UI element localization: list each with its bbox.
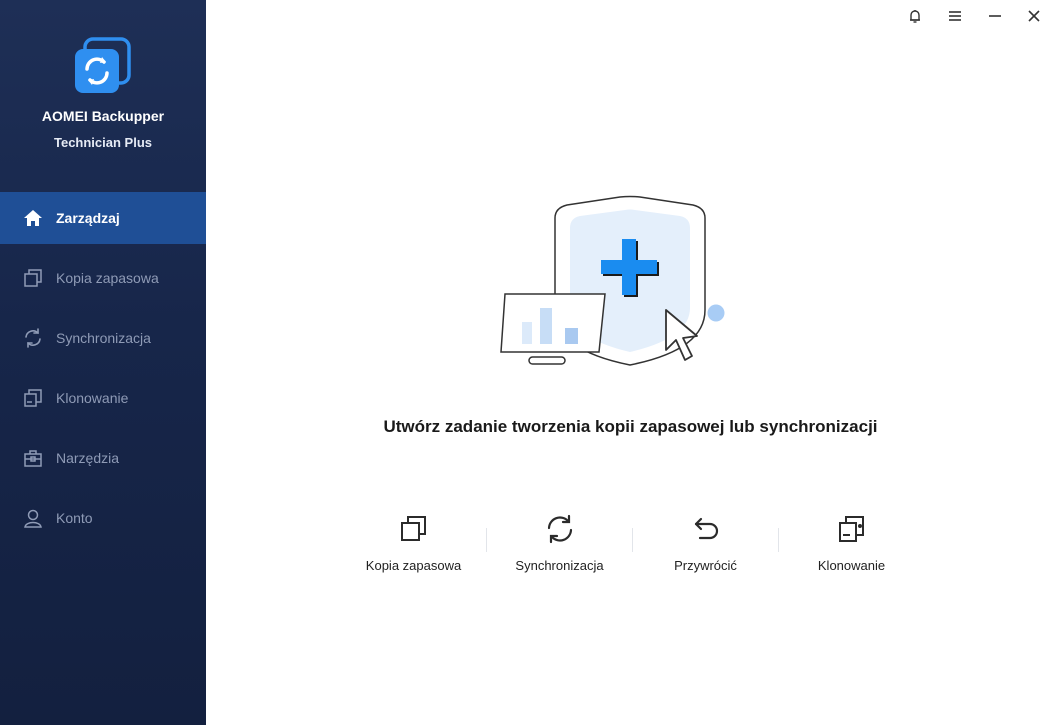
clone-icon — [835, 512, 869, 546]
action-label: Synchronizacja — [515, 558, 604, 573]
toolbox-icon — [22, 447, 44, 469]
clone-action-button[interactable]: Klonowanie — [779, 512, 924, 573]
sidebar-item-tools[interactable]: Narzędzia — [0, 432, 206, 484]
user-icon — [22, 507, 44, 529]
sidebar-item-backup[interactable]: Kopia zapasowa — [0, 252, 206, 304]
backup-action-button[interactable]: Kopia zapasowa — [341, 512, 486, 573]
sidebar-item-manage[interactable]: Zarządzaj — [0, 192, 206, 244]
sidebar-item-sync[interactable]: Synchronizacja — [0, 312, 206, 364]
sidebar-item-label: Konto — [56, 510, 93, 526]
sidebar-item-label: Synchronizacja — [56, 330, 151, 346]
sidebar-item-label: Zarządzaj — [56, 210, 120, 226]
sidebar-item-clone[interactable]: Klonowanie — [0, 372, 206, 424]
menu-button[interactable] — [942, 6, 968, 30]
sidebar-item-label: Narzędzia — [56, 450, 120, 466]
action-label: Klonowanie — [817, 558, 886, 573]
sidebar-item-label: Kopia zapasowa — [56, 270, 159, 286]
minimize-icon — [987, 8, 1003, 29]
close-icon — [1026, 8, 1042, 29]
clone-icon — [22, 387, 44, 409]
app-logo-icon — [73, 37, 131, 95]
backup-icon — [22, 267, 44, 289]
app-edition: Technician Plus — [53, 135, 152, 150]
restore-icon — [689, 512, 723, 546]
quick-actions: Kopia zapasowa Synchronizacja Przywrócić… — [341, 512, 924, 573]
sync-icon — [22, 327, 44, 349]
sync-icon — [543, 512, 577, 546]
backup-icon — [397, 512, 431, 546]
action-label: Przywrócić — [674, 558, 737, 573]
backup-illustration — [495, 190, 735, 370]
sidebar-item-label: Klonowanie — [56, 390, 129, 406]
bell-icon — [907, 8, 923, 29]
sidebar: AOMEI Backupper Technician Plus Zarządza… — [0, 0, 206, 725]
home-icon — [22, 207, 44, 229]
minimize-button[interactable] — [982, 6, 1008, 30]
notifications-button[interactable] — [902, 6, 928, 30]
restore-action-button[interactable]: Przywrócić — [633, 512, 778, 573]
sidebar-nav: Zarządzaj Kopia zapasowa Synchronizacja … — [0, 192, 206, 552]
app-name: AOMEI Backupper — [41, 108, 165, 124]
page-headline: Utwórz zadanie tworzenia kopii zapasowej… — [383, 417, 878, 436]
close-button[interactable] — [1021, 6, 1047, 30]
action-label: Kopia zapasowa — [365, 558, 462, 573]
menu-icon — [947, 8, 963, 29]
sync-action-button[interactable]: Synchronizacja — [487, 512, 632, 573]
sidebar-item-account[interactable]: Konto — [0, 492, 206, 544]
